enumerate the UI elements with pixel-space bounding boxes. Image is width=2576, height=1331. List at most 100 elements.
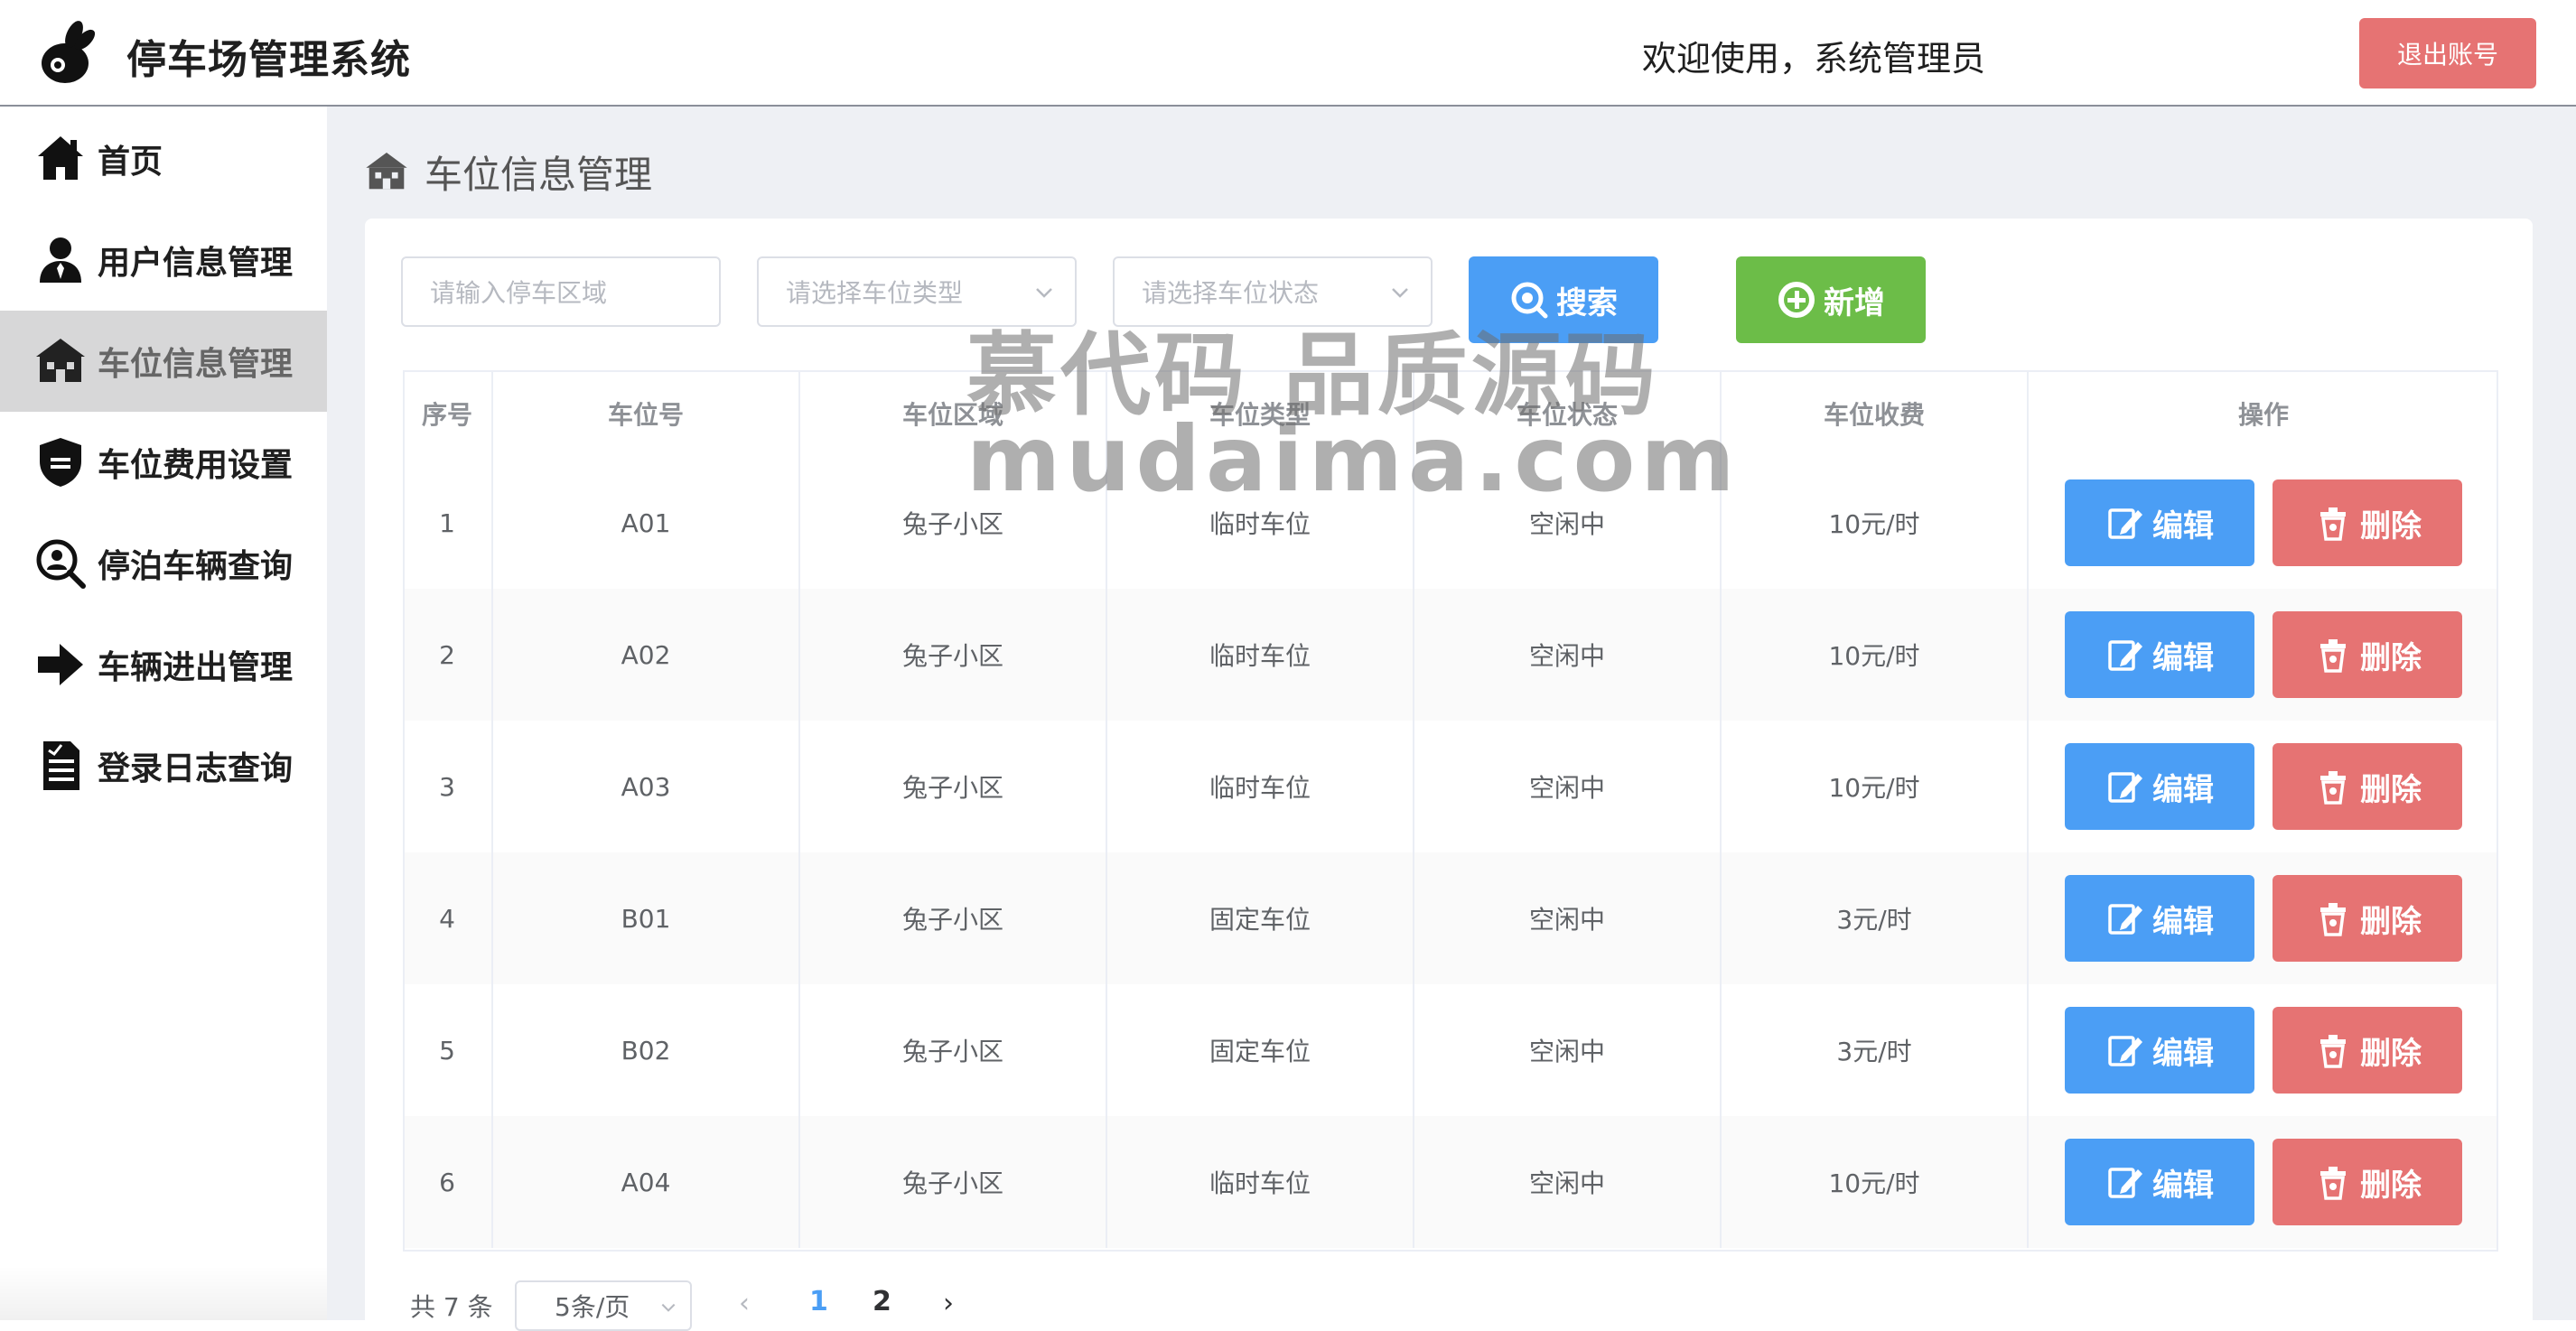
page-1-button[interactable]: 1 xyxy=(809,1286,828,1317)
page-title: 车位信息管理 xyxy=(425,152,653,197)
sidebar-item-label: 用户信息管理 xyxy=(98,245,294,282)
edit-button[interactable]: 编辑 xyxy=(2065,1139,2254,1225)
delete-button[interactable]: 删除 xyxy=(2273,611,2462,698)
page-size-value: 5条/页 xyxy=(555,1292,630,1322)
area-search-input[interactable]: 请输入停车区域 xyxy=(401,256,721,327)
sidebar-item-parking-info[interactable]: 车位信息管理 xyxy=(0,311,327,412)
delete-button-label: 删除 xyxy=(2360,903,2422,940)
table-row: 4 B01 兔子小区 固定车位 空闲中 3元/时 编辑 删除 xyxy=(403,852,2498,984)
trash-icon xyxy=(2320,639,2346,673)
sidebar-item-label: 车位信息管理 xyxy=(98,346,294,383)
sidebar-item-label: 首页 xyxy=(98,144,163,181)
cell-status: 空闲中 xyxy=(1414,721,1722,852)
cell-status: 空闲中 xyxy=(1414,1116,1722,1248)
delete-button[interactable]: 删除 xyxy=(2273,875,2462,962)
page-size-select[interactable]: 5条/页 xyxy=(515,1280,692,1331)
search-person-icon xyxy=(36,539,86,589)
cell-index: 3 xyxy=(403,721,493,852)
edit-icon xyxy=(2108,904,2142,935)
cell-actions: 编辑 删除 xyxy=(2029,457,2498,589)
cell-area: 兔子小区 xyxy=(800,1116,1107,1248)
edit-button-label: 编辑 xyxy=(2152,507,2214,544)
cell-fee: 10元/时 xyxy=(1722,1116,2029,1248)
delete-button[interactable]: 删除 xyxy=(2273,479,2462,566)
parking-icon xyxy=(366,153,407,190)
rabbit-logo-icon xyxy=(42,21,96,83)
top-header: 停车场管理系统 欢迎使用，系统管理员 退出账号 xyxy=(0,0,2576,107)
edit-button[interactable]: 编辑 xyxy=(2065,875,2254,962)
cell-fee: 3元/时 xyxy=(1722,852,2029,984)
delete-button[interactable]: 删除 xyxy=(2273,743,2462,830)
cell-index: 4 xyxy=(403,852,493,984)
logout-button[interactable]: 退出账号 xyxy=(2359,18,2536,88)
chevron-down-icon xyxy=(661,1303,676,1312)
cell-index: 5 xyxy=(403,984,493,1116)
delete-button[interactable]: 删除 xyxy=(2273,1139,2462,1225)
cell-fee: 10元/时 xyxy=(1722,721,2029,852)
edit-button-label: 编辑 xyxy=(2152,903,2214,940)
next-page-button[interactable]: › xyxy=(943,1288,954,1319)
table-row: 2 A02 兔子小区 临时车位 空闲中 10元/时 编辑 删除 xyxy=(403,589,2498,721)
pagination-total: 共 7 条 xyxy=(410,1292,493,1322)
delete-button-label: 删除 xyxy=(2360,1167,2422,1204)
edit-icon xyxy=(2108,640,2142,671)
add-button[interactable]: 新增 xyxy=(1736,256,1926,343)
delete-button-label: 删除 xyxy=(2360,771,2422,808)
cell-index: 2 xyxy=(403,589,493,721)
edit-button[interactable]: 编辑 xyxy=(2065,479,2254,566)
chevron-down-icon xyxy=(1392,288,1408,298)
sidebar-item-home[interactable]: 首页 xyxy=(0,108,327,209)
prev-page-button[interactable]: ‹ xyxy=(739,1288,750,1319)
sidebar-bottom-shade xyxy=(0,1266,327,1320)
cell-status: 空闲中 xyxy=(1414,589,1722,721)
trash-icon xyxy=(2320,507,2346,541)
cell-status: 空闲中 xyxy=(1414,852,1722,984)
sidebar-item-login-logs[interactable]: 登录日志查询 xyxy=(0,715,327,816)
cell-area: 兔子小区 xyxy=(800,589,1107,721)
document-icon xyxy=(43,741,79,790)
trash-icon xyxy=(2320,1167,2346,1200)
trash-icon xyxy=(2320,903,2346,936)
sidebar-item-vehicle-inout[interactable]: 车辆进出管理 xyxy=(0,614,327,715)
cell-space-no: A04 xyxy=(493,1116,800,1248)
cell-type: 固定车位 xyxy=(1107,852,1414,984)
column-header-actions: 操作 xyxy=(2237,400,2289,430)
sidebar-item-label: 车位费用设置 xyxy=(98,447,294,484)
edit-button[interactable]: 编辑 xyxy=(2065,743,2254,830)
cell-actions: 编辑 删除 xyxy=(2029,1116,2498,1248)
edit-button-label: 编辑 xyxy=(2152,1035,2214,1072)
shield-money-icon xyxy=(40,438,81,487)
space-type-placeholder: 请选择车位类型 xyxy=(786,278,964,308)
table-row: 6 A04 兔子小区 临时车位 空闲中 10元/时 编辑 删除 xyxy=(403,1116,2498,1248)
watermark-line-2: mudaima.com xyxy=(966,406,1741,512)
sidebar-item-label: 登录日志查询 xyxy=(98,750,294,787)
table-row: 5 B02 兔子小区 固定车位 空闲中 3元/时 编辑 删除 xyxy=(403,984,2498,1116)
cell-fee: 3元/时 xyxy=(1722,984,2029,1116)
cell-type: 临时车位 xyxy=(1107,1116,1414,1248)
area-search-placeholder: 请输入停车区域 xyxy=(430,278,608,308)
sidebar-item-parked-vehicles[interactable]: 停泊车辆查询 xyxy=(0,513,327,614)
delete-button[interactable]: 删除 xyxy=(2273,1007,2462,1094)
sidebar-item-fee-settings[interactable]: 车位费用设置 xyxy=(0,412,327,513)
edit-icon xyxy=(2108,1036,2142,1066)
cell-area: 兔子小区 xyxy=(800,984,1107,1116)
column-header-fee: 车位收费 xyxy=(1722,370,2029,457)
page-2-button[interactable]: 2 xyxy=(873,1286,891,1317)
cell-type: 临时车位 xyxy=(1107,589,1414,721)
cell-actions: 编辑 删除 xyxy=(2029,984,2498,1116)
edit-button[interactable]: 编辑 xyxy=(2065,1007,2254,1094)
cell-index: 1 xyxy=(403,457,493,589)
sidebar-item-users[interactable]: 用户信息管理 xyxy=(0,209,327,311)
cell-fee: 10元/时 xyxy=(1722,457,2029,589)
cell-space-no: A03 xyxy=(493,721,800,852)
edit-icon xyxy=(2108,1168,2142,1198)
edit-button-label: 编辑 xyxy=(2152,1167,2214,1204)
cell-area: 兔子小区 xyxy=(800,721,1107,852)
cell-index: 6 xyxy=(403,1116,493,1248)
table-row: 3 A03 兔子小区 临时车位 空闲中 10元/时 编辑 删除 xyxy=(403,721,2498,852)
cell-status: 空闲中 xyxy=(1414,984,1722,1116)
arrow-right-icon xyxy=(38,644,83,685)
add-button-label: 新增 xyxy=(1824,284,1885,321)
chevron-down-icon xyxy=(1036,288,1052,298)
edit-button[interactable]: 编辑 xyxy=(2065,611,2254,698)
